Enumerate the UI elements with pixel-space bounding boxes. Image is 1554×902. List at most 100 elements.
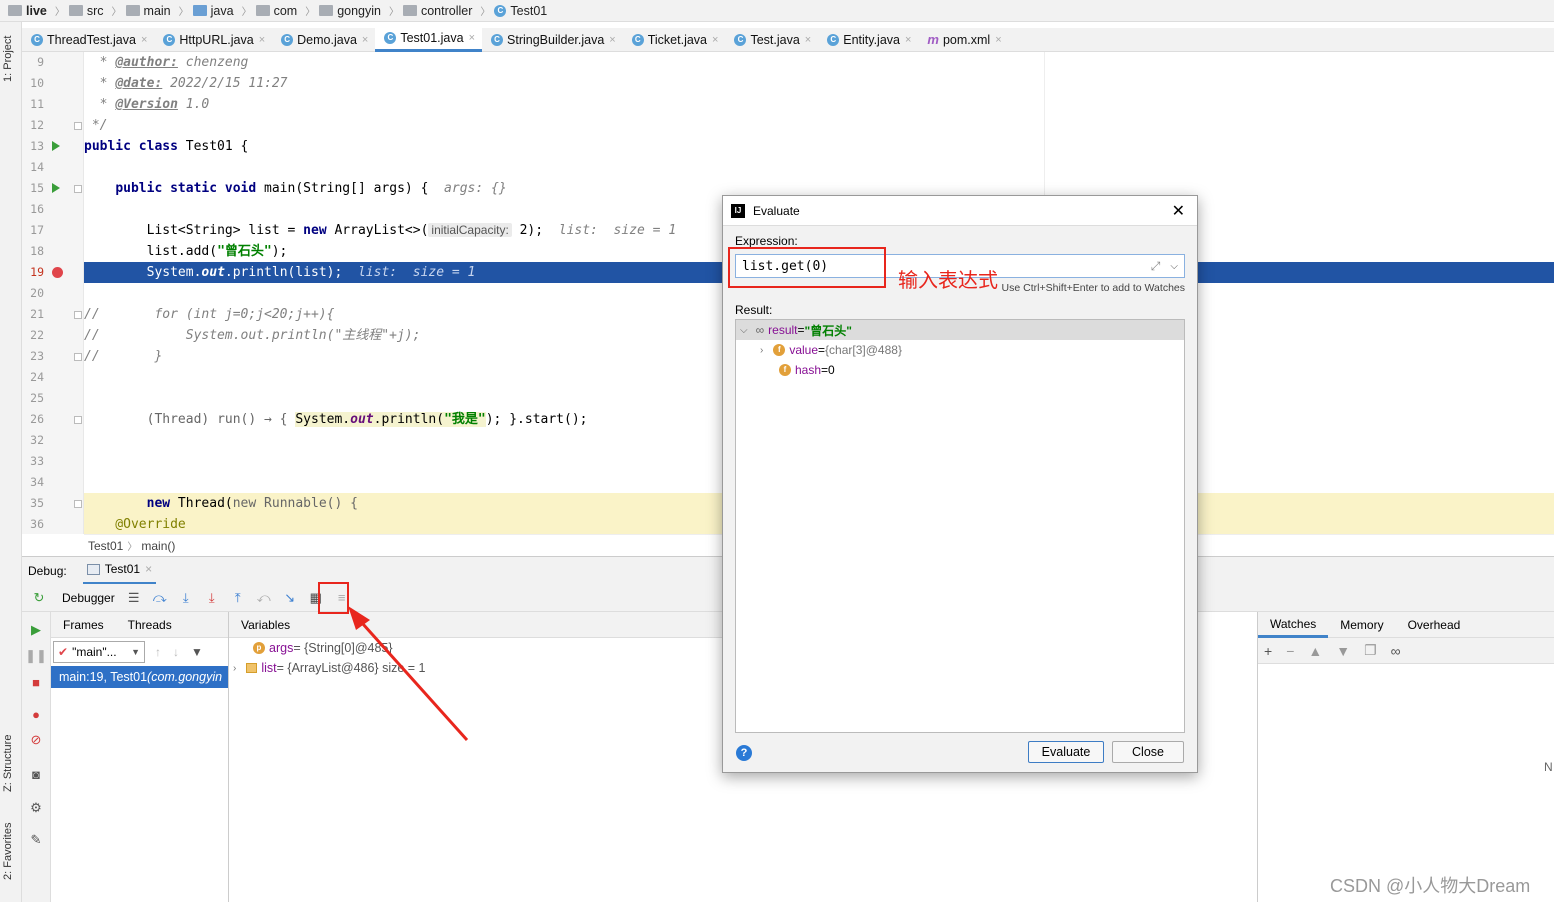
fold-icon[interactable] (74, 416, 82, 424)
session-icon (86, 563, 100, 575)
run-icon[interactable] (52, 141, 60, 151)
thread-select[interactable]: ✔ "main"... ▼ (53, 641, 145, 663)
close-icon[interactable]: × (141, 34, 147, 46)
stop-icon[interactable]: ■ (28, 674, 44, 690)
fold-icon[interactable] (74, 353, 82, 361)
debug-session-tab[interactable]: Test01 × (82, 557, 157, 585)
help-icon[interactable]: ? (736, 745, 752, 761)
edge-glyph: N (1544, 760, 1553, 774)
remove-watch-icon[interactable]: − (1286, 643, 1294, 659)
mute-breakpoints-icon[interactable]: ⊘ (28, 732, 44, 748)
rerun-icon[interactable]: ↻ (28, 587, 50, 609)
copy-icon[interactable]: ❐ (1364, 642, 1377, 659)
crumb-class[interactable]: Test01 (88, 539, 123, 553)
frame-row-selected[interactable]: main:19, Test01 (com.gongyin (51, 666, 228, 688)
camera-icon[interactable]: ◙ (28, 766, 44, 782)
tab-threads[interactable]: Threads (128, 618, 172, 632)
chevron-down-icon[interactable]: ⌵ (1170, 261, 1178, 272)
arrow-up-icon[interactable]: ↑ (155, 645, 161, 659)
resume-icon[interactable]: ▶ (28, 622, 44, 638)
favorites-tool-button[interactable]: 2: Favorites (2, 823, 14, 880)
glasses-icon: ∞ (755, 323, 765, 337)
run-to-cursor-icon[interactable]: ↘ (279, 587, 301, 609)
check-icon: ✔ (58, 645, 69, 659)
tab-pom[interactable]: m pom.xml × (918, 28, 1008, 52)
tab-stringbuilder[interactable]: C StringBuilder.java × (482, 28, 623, 52)
force-step-into-icon[interactable]: ⤓ (201, 587, 223, 609)
step-over-icon[interactable]: ⤼ (149, 587, 171, 609)
close-icon[interactable]: × (905, 34, 911, 46)
field-row[interactable]: › f value = {char[3]@488} (736, 340, 1184, 360)
breadcrumb-item-controller[interactable]: controller (402, 4, 472, 18)
evaluate-button[interactable]: Evaluate (1028, 741, 1104, 763)
folder-icon (68, 5, 83, 16)
close-icon[interactable]: × (259, 34, 265, 46)
close-icon[interactable]: × (805, 34, 811, 46)
step-into-icon[interactable]: ⤓ (175, 587, 197, 609)
dialog-title: Evaluate (753, 203, 800, 218)
close-button[interactable]: Close (1112, 741, 1184, 763)
project-tool-button[interactable]: 1: Project (2, 36, 14, 82)
drop-frame-icon[interactable]: ⤺ (253, 587, 275, 609)
pin-icon[interactable]: ✎ (28, 832, 44, 848)
chevron-down-icon[interactable]: ⌵ (740, 325, 748, 336)
breadcrumb-item-main[interactable]: main (125, 4, 171, 18)
breadcrumb-item-live[interactable]: live (8, 4, 47, 18)
watermark: CSDN @小人物大Dream (1330, 876, 1531, 896)
fold-icon[interactable] (74, 500, 82, 508)
tab-test01[interactable]: C Test01.java × (375, 27, 483, 52)
move-up-icon[interactable]: ▲ (1308, 643, 1322, 659)
close-icon[interactable]: × (995, 34, 1001, 46)
breadcrumb-item-src[interactable]: src (68, 4, 104, 18)
chevron-right-icon: 〉 (54, 7, 65, 18)
breadcrumb-item-com[interactable]: com (255, 4, 297, 18)
view-breakpoints-icon[interactable]: ● (28, 706, 44, 722)
breadcrumb-item-java[interactable]: java (192, 4, 234, 18)
gear-icon[interactable]: ⚙ (28, 800, 44, 816)
close-icon[interactable]: × (712, 34, 718, 46)
result-row[interactable]: ⌵ ∞ result = "曾石头" (736, 320, 1184, 340)
field-row[interactable]: f hash = 0 (736, 360, 1184, 380)
tab-threadtest[interactable]: C ThreadTest.java × (22, 28, 154, 52)
fold-icon[interactable] (74, 122, 82, 130)
debugger-tab[interactable]: Debugger (54, 591, 123, 605)
close-icon[interactable]: × (609, 34, 615, 46)
field-icon: f (779, 364, 791, 376)
tab-entity[interactable]: C Entity.java × (818, 28, 918, 52)
close-icon[interactable]: × (145, 562, 152, 576)
crumb-method[interactable]: main() (141, 539, 175, 553)
chevron-right-icon[interactable]: › (233, 663, 236, 674)
move-down-icon[interactable]: ▼ (1336, 643, 1350, 659)
tab-demo[interactable]: C Demo.java × (272, 28, 375, 52)
field-icon: f (773, 344, 786, 356)
breakpoint-icon[interactable] (52, 267, 63, 278)
expand-icon[interactable]: ⤢ (1151, 259, 1161, 274)
chevron-right-icon[interactable]: › (760, 345, 763, 356)
tab-test[interactable]: C Test.java × (725, 28, 818, 52)
tab-frames[interactable]: Frames (63, 618, 104, 632)
breadcrumb-item-test01[interactable]: C Test01 (494, 4, 547, 18)
tab-overhead[interactable]: Overhead (1396, 618, 1473, 632)
pause-icon[interactable]: ❚❚ (25, 648, 47, 664)
structure-tool-button[interactable]: Z: Structure (2, 735, 14, 792)
add-watch-icon[interactable]: + (1264, 643, 1272, 659)
run-icon[interactable] (52, 183, 60, 193)
glasses-icon[interactable]: ∞ (1391, 643, 1401, 659)
breadcrumb-item-gongyin[interactable]: gongyin (319, 4, 381, 18)
code-line: * @date: 2022/2/15 11:27 (84, 76, 288, 91)
close-icon[interactable]: × (469, 32, 475, 44)
close-icon[interactable]: × (362, 34, 368, 46)
fold-icon[interactable] (74, 311, 82, 319)
arrow-down-icon[interactable]: ↓ (173, 645, 179, 659)
filter-icon[interactable]: ▼ (191, 645, 203, 659)
menu-icon[interactable]: ☰ (123, 587, 145, 609)
step-out-icon[interactable]: ⤒ (227, 587, 249, 609)
tab-memory[interactable]: Memory (1328, 618, 1395, 632)
close-icon[interactable]: ✕ (1172, 201, 1185, 221)
tab-watches[interactable]: Watches (1258, 612, 1329, 638)
fold-icon[interactable] (74, 185, 82, 193)
line-number: 21 (30, 307, 44, 321)
tab-httpurl[interactable]: C HttpURL.java × (154, 28, 272, 52)
left-tool-strip: 1: Project Z: Structure 2: Favorites (0, 22, 22, 902)
tab-ticket[interactable]: C Ticket.java × (623, 28, 726, 52)
